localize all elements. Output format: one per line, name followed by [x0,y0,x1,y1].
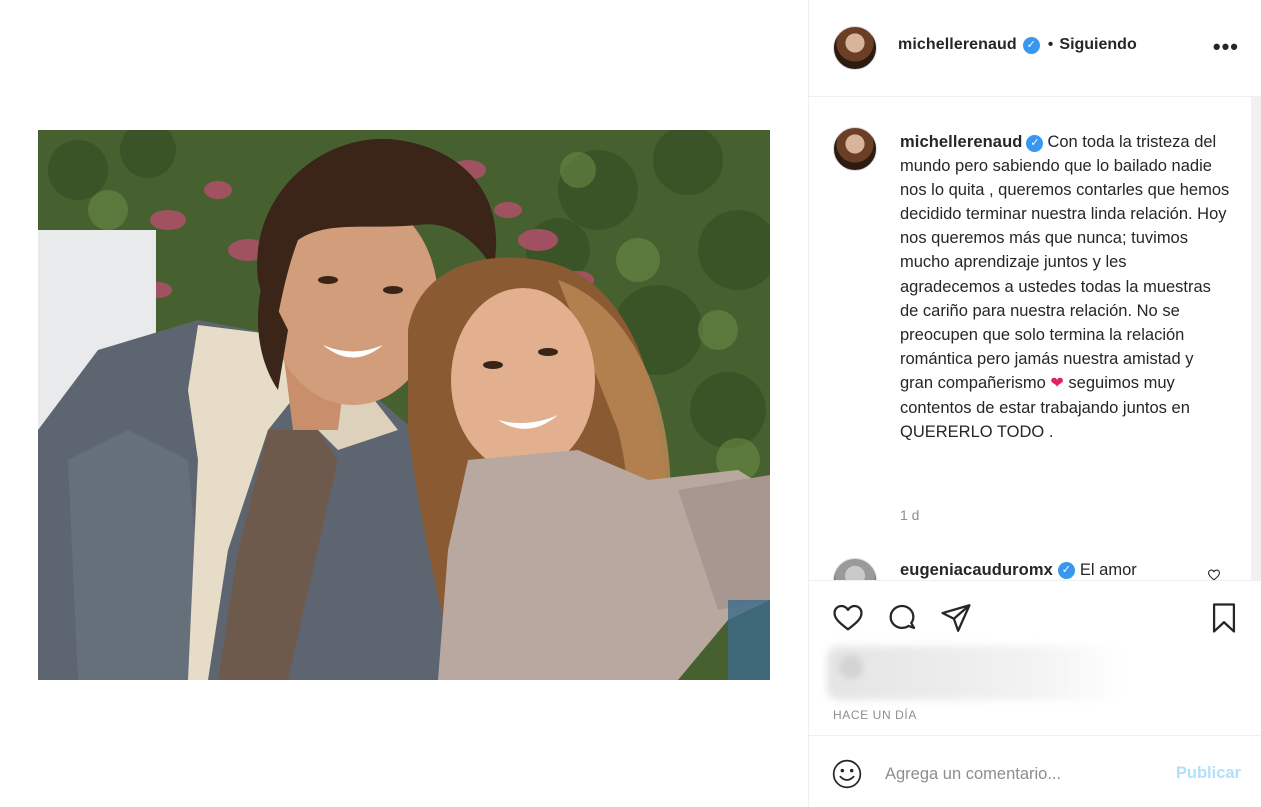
heart-outline-icon[interactable] [831,601,865,635]
comment-text: El amor [1079,561,1137,579]
author-avatar[interactable] [833,26,877,70]
caption-username[interactable]: michellerenaud [900,133,1022,151]
paper-plane-icon[interactable] [939,601,973,635]
comment-bubble-icon[interactable] [885,601,919,635]
commenter-username[interactable]: eugeniacauduromx [900,561,1053,580]
comment-like-heart-icon[interactable] [1207,569,1221,580]
caption-author-avatar[interactable] [833,127,877,171]
separator-dot: • [1047,36,1054,53]
comments-section: michellerenaud ✓ Con toda la tristeza del … [809,97,1261,580]
add-comment-bar: Publicar [809,735,1261,807]
verified-badge-icon: ✓ [1022,36,1040,54]
comment-item: eugeniacauduromx ✓ El amor [900,561,1137,580]
caption-timestamp[interactable]: 1 d [900,507,919,523]
following-button[interactable]: Siguiendo [1059,36,1136,54]
liker-avatar-blurred [839,655,863,679]
commenter-avatar[interactable] [833,558,877,580]
post-actions: HACE UN DÍA [809,580,1261,735]
post-date[interactable]: HACE UN DÍA [833,708,917,722]
comment-input[interactable] [885,758,1155,790]
couple-photo-illustration [38,130,770,680]
emoji-smiley-icon[interactable] [831,758,863,790]
more-options-icon[interactable]: ••• [1213,36,1239,58]
red-heart-emoji-icon: ❤ [1050,374,1064,392]
likes-summary-blurred [827,646,1127,700]
author-info: michellerenaud ✓ • Siguiendo [898,36,1137,54]
post-header: michellerenaud ✓ • Siguiendo ••• [809,0,1261,97]
publish-button[interactable]: Publicar [1176,764,1241,783]
post-caption: michellerenaud ✓ Con toda la tristeza del … [900,130,1230,444]
comments-scrollbar[interactable] [1251,97,1261,580]
author-username[interactable]: michellerenaud [898,36,1017,54]
caption-verified-badge-icon: ✓ [1026,135,1044,152]
bookmark-icon[interactable] [1207,601,1241,635]
post-photo[interactable] [38,130,770,680]
post-side-panel: michellerenaud ✓ • Siguiendo ••• michell… [808,0,1261,807]
commenter-verified-badge-icon: ✓ [1057,562,1075,579]
media-area [0,0,808,807]
caption-text-part1: Con toda la tristeza del mundo pero sabi… [900,133,1230,392]
